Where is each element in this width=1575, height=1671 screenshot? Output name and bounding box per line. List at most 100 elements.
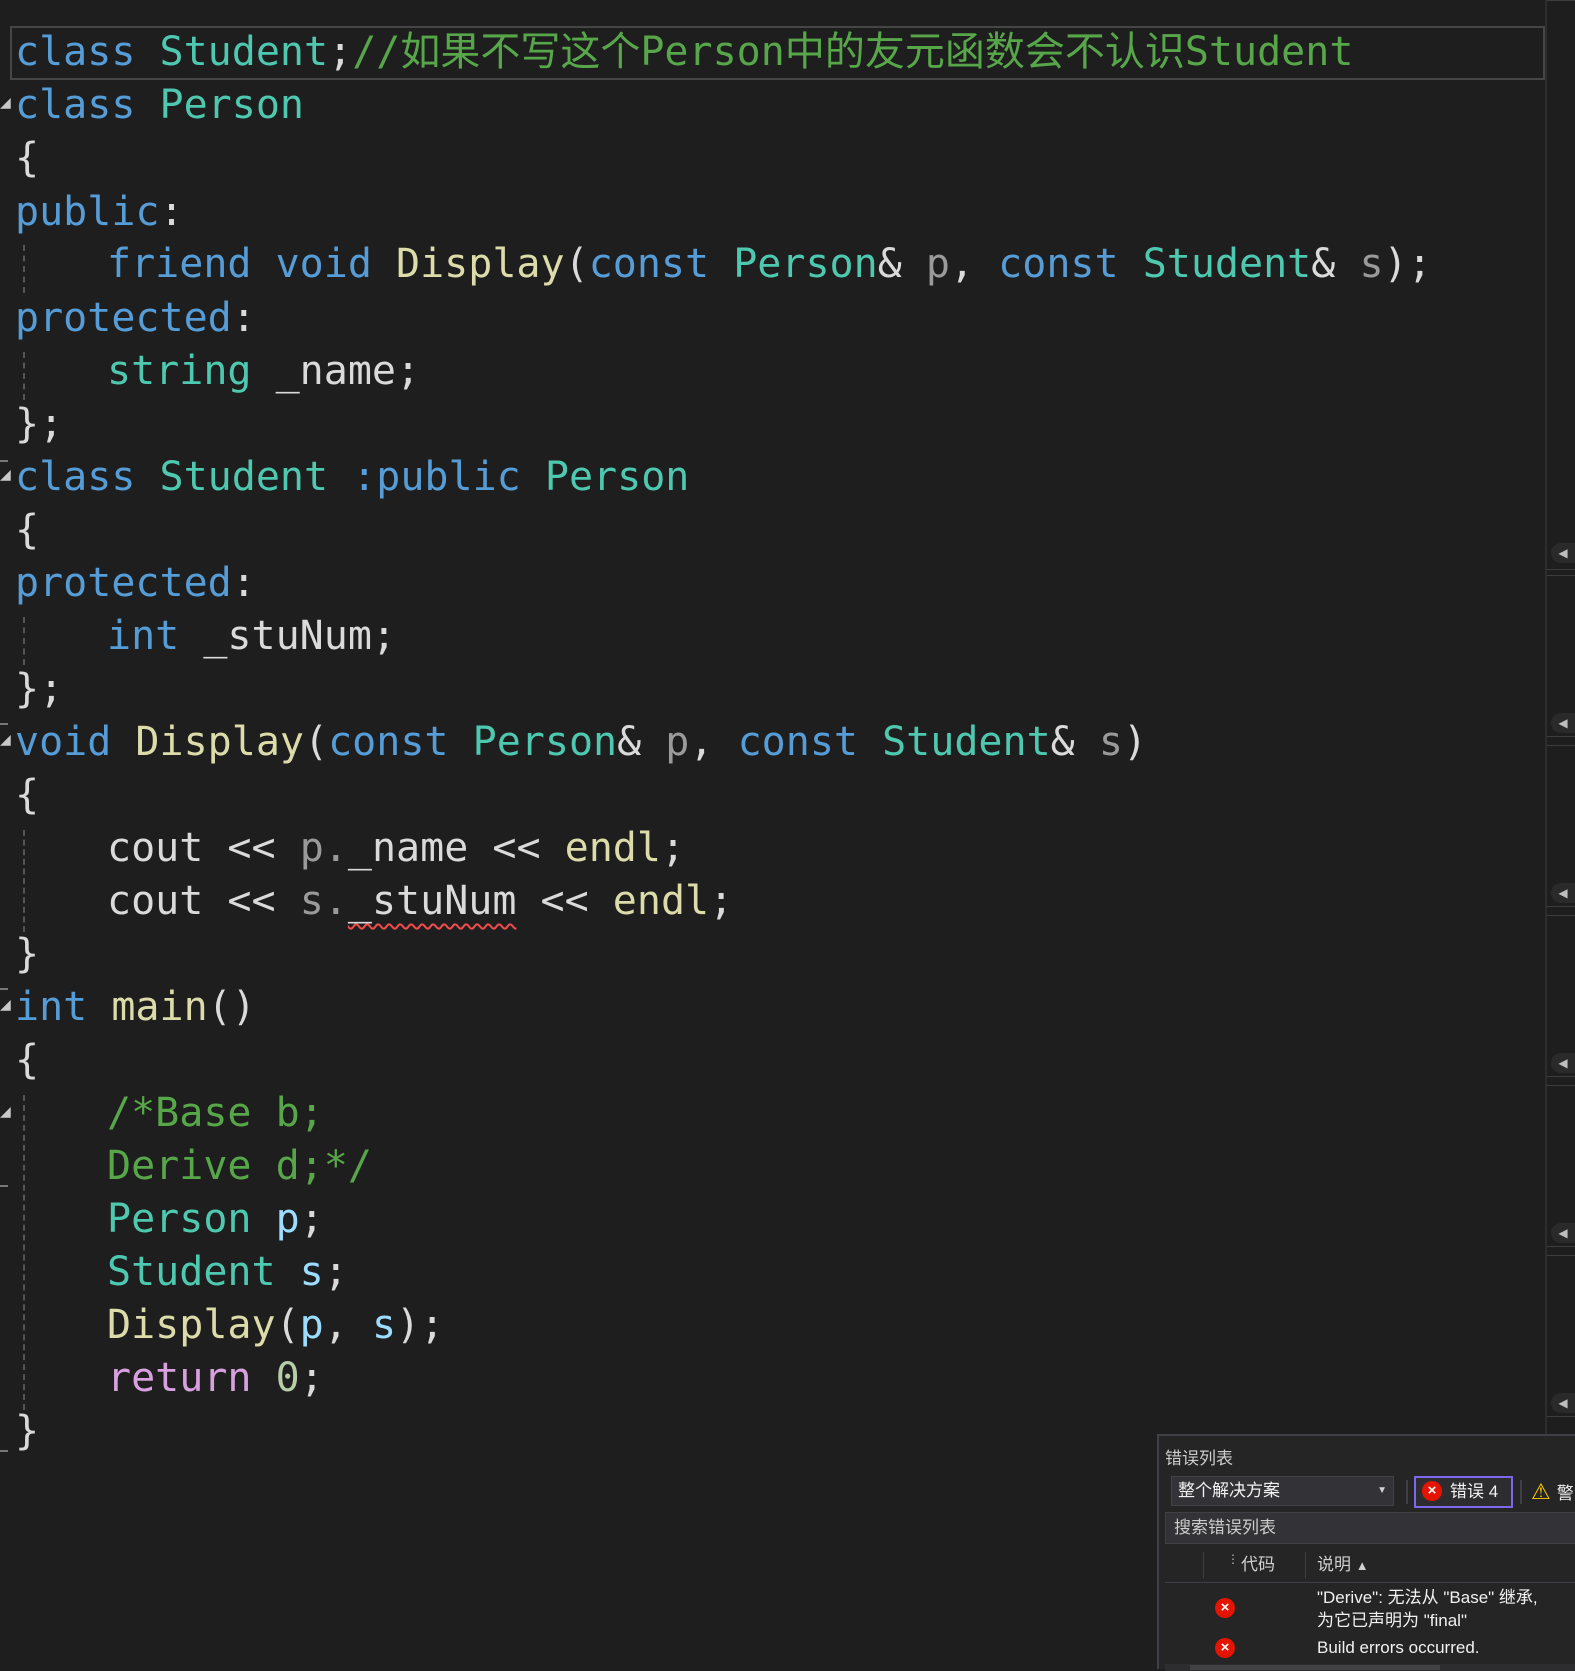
scope-dropdown[interactable]: 整个解决方案 ▼ (1171, 1476, 1394, 1506)
keyword: const (998, 241, 1119, 287)
punctuation: & (877, 241, 902, 287)
code-line-23[interactable]: Person p; (15, 1191, 324, 1247)
collapse-left-icon[interactable]: ◀ (1551, 1393, 1575, 1413)
code-line-21[interactable]: /*Base b; (15, 1085, 324, 1141)
code-line-3[interactable]: { (15, 130, 39, 186)
code-line-15[interactable]: { (15, 767, 39, 823)
code-line-8[interactable]: }; (15, 396, 63, 452)
fold-marker-icon[interactable]: ◢ (0, 733, 11, 747)
strip-segment (1547, 0, 1575, 570)
fold-end-marker (0, 988, 8, 990)
error-icon: × (1215, 1598, 1235, 1618)
type-name: Person (733, 241, 878, 287)
warnings-filter-label: 警 (1556, 1484, 1574, 1503)
keyword: const (328, 719, 449, 765)
code-line-18[interactable]: } (15, 926, 39, 982)
code-line-25[interactable]: Display(p, s); (15, 1297, 444, 1353)
member-name: _name (347, 825, 469, 871)
code-line-10[interactable]: { (15, 502, 39, 558)
scrollbar-thumb[interactable] (1190, 1665, 1440, 1670)
function-name: Display (107, 1302, 276, 1348)
code-line-22[interactable]: Derive d;*/ (15, 1138, 372, 1194)
error-list-header: ⋮ 代码 说明 ▲ (1165, 1548, 1575, 1583)
fold-end-marker (0, 1450, 8, 1452)
error-row[interactable]: × "Derive": 无法从 "Base" 继承, 为它已声明为 "final… (1165, 1586, 1575, 1634)
errors-filter-label: 错误 4 (1450, 1482, 1499, 1501)
code-line-6[interactable]: protected: (15, 290, 256, 346)
fold-marker-icon[interactable]: ◢ (0, 998, 11, 1012)
member-name: _stuNum (203, 613, 372, 659)
collapse-left-icon[interactable]: ◀ (1551, 543, 1575, 563)
column-header-description[interactable]: 说明 ▲ (1317, 1548, 1369, 1583)
punctuation: ; (709, 878, 734, 924)
code-line-7[interactable]: string _name; (15, 343, 420, 399)
parameter: p (665, 719, 690, 765)
punctuation: () (207, 984, 256, 1030)
code-line-16[interactable]: cout << p._name << endl; (15, 820, 685, 876)
fold-end-marker (0, 1185, 8, 1187)
code-line-11[interactable]: protected: (15, 555, 256, 611)
member-name: _name (275, 348, 397, 394)
collapse-left-icon[interactable]: ◀ (1551, 883, 1575, 903)
code-line-9[interactable]: class Student :public Person (15, 449, 689, 505)
code-line-19[interactable]: int main() (15, 979, 256, 1035)
keyword: protected (15, 295, 232, 341)
punctuation: & (1311, 241, 1336, 287)
code-line-12[interactable]: int _stuNum; (15, 608, 396, 664)
keyword: friend (107, 241, 252, 287)
punctuation: : (231, 295, 256, 341)
code-line-17[interactable]: cout << s._stuNum << endl; (15, 873, 733, 929)
code-line-24[interactable]: Student s; (15, 1244, 348, 1300)
fold-marker-icon[interactable]: ◢ (0, 96, 11, 110)
function-name: Display (135, 719, 304, 765)
column-chooser-icon[interactable]: ⋮ (1227, 1542, 1239, 1576)
fold-marker-icon[interactable]: ◢ (0, 1105, 11, 1119)
collapse-left-icon[interactable]: ◀ (1551, 1053, 1575, 1073)
operator: << (227, 825, 276, 871)
keyword: class (15, 454, 136, 500)
punctuation: ( (304, 719, 329, 765)
type-name: Student (107, 1249, 276, 1295)
punctuation: ( (275, 1302, 300, 1348)
fold-marker-icon[interactable]: ◢ (0, 468, 11, 482)
type-name: Student (882, 719, 1051, 765)
error-row[interactable]: × Build errors occurred. (1165, 1636, 1575, 1662)
fold-end-marker (0, 723, 8, 725)
column-header-code[interactable]: 代码 (1241, 1548, 1275, 1582)
punctuation: ; (328, 29, 353, 75)
brace: }; (15, 666, 64, 712)
code-line-5[interactable]: friend void Display(const Person& p, con… (15, 236, 1432, 292)
code-line-1[interactable]: class Student;//如果不写这个Person中的友元函数会不认识St… (15, 24, 1353, 80)
error-description-line: 为它已声明为 "final" (1317, 1611, 1467, 1630)
comment: //如果不写这个Person中的友元函数会不认识Student (352, 29, 1354, 75)
errors-filter-button[interactable]: × 错误 4 (1414, 1476, 1513, 1508)
keyword: const (588, 241, 710, 287)
punctuation: : (159, 189, 184, 235)
warnings-filter-button[interactable]: ⚠ 警 (1531, 1480, 1574, 1506)
brace: { (15, 135, 40, 181)
type-name: Student (159, 29, 329, 75)
punctuation: , (949, 241, 975, 287)
code-line-26[interactable]: return 0; (15, 1350, 324, 1406)
control-keyword: return (107, 1355, 252, 1401)
keyword: public (15, 189, 160, 235)
code-line-14[interactable]: void Display(const Person& p, const Stud… (15, 714, 1147, 770)
brace: } (15, 1408, 40, 1454)
collapse-left-icon[interactable]: ◀ (1551, 1223, 1575, 1243)
code-line-20[interactable]: { (15, 1032, 39, 1088)
parameter: s. (299, 878, 348, 924)
horizontal-scrollbar[interactable] (1165, 1664, 1575, 1671)
error-list-panel: 错误列表 整个解决方案 ▼ × 错误 4 ⚠ 警 搜索错误列表 ⋮ 代码 说明 ▲ … (1157, 1434, 1575, 1671)
error-search-input[interactable]: 搜索错误列表 (1165, 1512, 1575, 1544)
punctuation: ; (371, 613, 397, 659)
collapse-left-icon[interactable]: ◀ (1551, 713, 1575, 733)
error-squiggle-member[interactable]: _stuNum (348, 878, 517, 924)
code-line-2[interactable]: class Person (15, 77, 304, 133)
keyword: int (107, 613, 180, 659)
code-line-27[interactable]: } (15, 1403, 39, 1459)
code-line-13[interactable]: }; (15, 661, 63, 717)
code-line-4[interactable]: public: (15, 184, 184, 240)
code-editor[interactable]: ◢ ◢ ◢ ◢ ◢ class Student;//如果不写这个Person中的… (0, 0, 1545, 1669)
type-name: Student (1142, 241, 1312, 287)
comment: Derive d;*/ (107, 1143, 372, 1189)
